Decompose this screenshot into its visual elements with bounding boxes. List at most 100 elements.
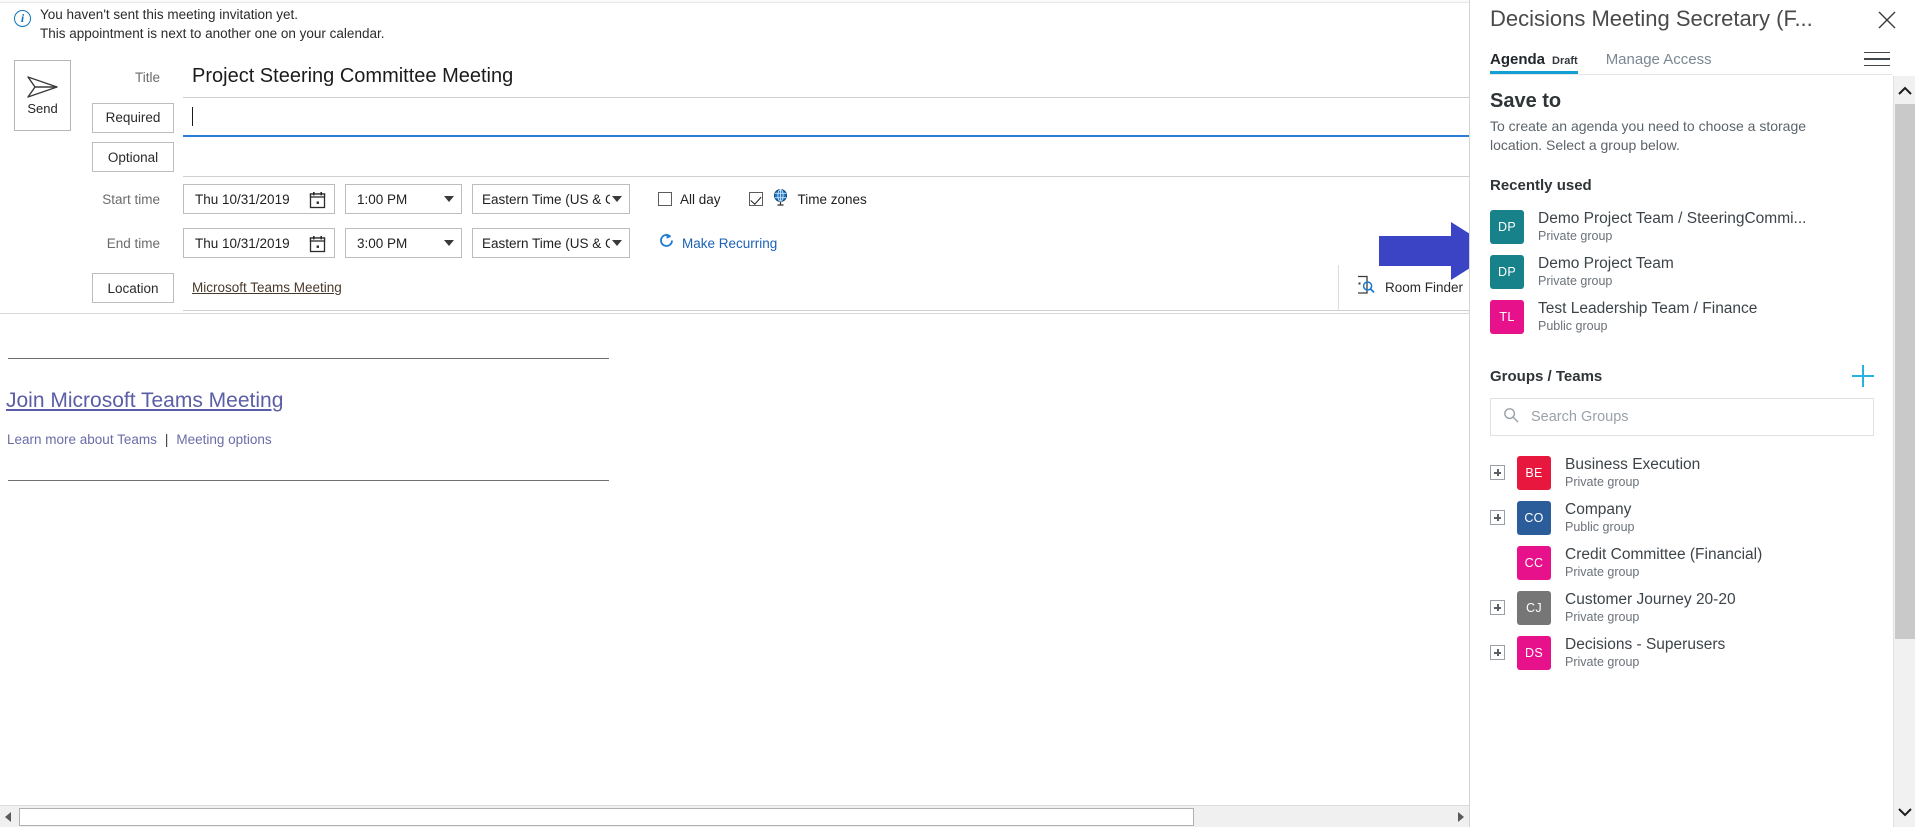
- group-type: Private group: [1565, 609, 1736, 625]
- optional-input[interactable]: [183, 137, 1469, 177]
- plus-icon[interactable]: [1852, 365, 1874, 387]
- group-name: Test Leadership Team / Finance: [1538, 300, 1757, 317]
- group-name: Business Execution: [1565, 456, 1700, 473]
- end-timezone-select[interactable]: Eastern Time (US & Car: [472, 228, 630, 258]
- start-time-value: 1:00 PM: [357, 192, 407, 207]
- group-type: Public group: [1565, 519, 1635, 535]
- horizontal-scroll-track[interactable]: [16, 807, 1453, 827]
- optional-button[interactable]: Optional: [92, 142, 174, 172]
- time-zones-checkbox-box[interactable]: [749, 192, 763, 206]
- avatar: DP: [1490, 255, 1524, 289]
- optional-row: Optional: [88, 137, 1469, 177]
- chevron-down-icon[interactable]: [444, 185, 454, 213]
- location-button[interactable]: Location: [92, 273, 174, 303]
- save-to-heading: Save to: [1490, 90, 1874, 113]
- start-timezone-select[interactable]: Eastern Time (US & Car: [472, 184, 630, 214]
- group-type: Public group: [1538, 318, 1757, 334]
- required-row: Required: [88, 98, 1469, 137]
- required-button[interactable]: Required: [92, 103, 174, 133]
- pane-vertical-scrollbar[interactable]: [1893, 76, 1915, 827]
- start-time-input[interactable]: 1:00 PM: [345, 184, 462, 214]
- pane-content: Save to To create an agenda you need to …: [1470, 76, 1894, 827]
- time-zones-toggle[interactable]: Time zones: [749, 188, 867, 211]
- calendar-icon[interactable]: [309, 191, 326, 214]
- tabs-underline: [1490, 74, 1892, 75]
- room-finder-button[interactable]: Room Finder: [1338, 265, 1463, 311]
- pane-scroll-thumb[interactable]: [1895, 104, 1915, 639]
- info-banner-line-1: You haven't sent this meeting invitation…: [40, 6, 384, 25]
- location-input[interactable]: Microsoft Teams Meeting Room Find: [183, 265, 1469, 311]
- info-banner-line-2: This appointment is next to another one …: [40, 25, 384, 44]
- tab-manage-access-label: Manage Access: [1606, 51, 1712, 68]
- end-time-input[interactable]: 3:00 PM: [345, 228, 462, 258]
- search-groups-box[interactable]: [1490, 398, 1874, 436]
- scroll-down-arrow-icon[interactable]: [1894, 801, 1915, 823]
- expand-icon[interactable]: [1490, 510, 1505, 525]
- list-item[interactable]: DP Demo Project Team Private group: [1490, 249, 1874, 294]
- group-type: Private group: [1538, 273, 1674, 289]
- time-zones-label: Time zones: [798, 192, 867, 207]
- calendar-icon[interactable]: [309, 235, 326, 258]
- tab-agenda[interactable]: Agenda Draft: [1490, 51, 1578, 74]
- room-finder-label: Room Finder: [1385, 280, 1463, 295]
- body-bottom-rule: [8, 480, 609, 481]
- chevron-down-icon[interactable]: [444, 229, 454, 257]
- avatar: TL: [1490, 300, 1524, 334]
- start-timezone-value: Eastern Time (US & Car: [482, 192, 610, 207]
- recently-used-list: DP Demo Project Team / SteeringCommi... …: [1490, 204, 1874, 339]
- close-icon[interactable]: [1873, 6, 1901, 34]
- end-date-input[interactable]: Thu 10/31/2019: [183, 228, 335, 258]
- expand-icon[interactable]: [1490, 600, 1505, 615]
- expand-icon[interactable]: [1490, 645, 1505, 660]
- end-timezone-value: Eastern Time (US & Car: [482, 236, 610, 251]
- horizontal-scrollbar[interactable]: [0, 805, 1469, 827]
- title-input[interactable]: Project Steering Committee Meeting: [183, 56, 1469, 98]
- avatar: CJ: [1517, 591, 1551, 625]
- location-value[interactable]: Microsoft Teams Meeting: [192, 280, 342, 295]
- room-finder-icon: [1355, 275, 1376, 300]
- list-item[interactable]: DP Demo Project Team / SteeringCommi... …: [1490, 204, 1874, 249]
- hamburger-menu-icon[interactable]: [1864, 49, 1890, 69]
- group-name: Decisions - Superusers: [1565, 636, 1725, 653]
- horizontal-scroll-thumb[interactable]: [19, 808, 1194, 826]
- chevron-down-icon[interactable]: [612, 185, 622, 213]
- end-time-row: End time Thu 10/31/2019: [88, 221, 1469, 265]
- start-time-label: Start time: [88, 192, 174, 207]
- meeting-body[interactable]: Join Microsoft Teams Meeting Learn more …: [0, 314, 1469, 782]
- scroll-left-arrow-icon[interactable]: [0, 807, 16, 827]
- search-input[interactable]: [1529, 408, 1873, 426]
- list-item[interactable]: TL Test Leadership Team / Finance Public…: [1490, 294, 1874, 339]
- learn-more-about-teams-link[interactable]: Learn more about Teams: [7, 432, 157, 447]
- info-icon: i: [14, 10, 31, 27]
- avatar: DS: [1517, 636, 1551, 670]
- pane-tabs: Agenda Draft Manage Access: [1490, 45, 1900, 74]
- recently-used-heading: Recently used: [1490, 177, 1874, 194]
- chevron-down-icon[interactable]: [612, 229, 622, 257]
- all-day-checkbox[interactable]: All day: [658, 192, 721, 207]
- make-recurring-button[interactable]: Make Recurring: [658, 232, 777, 254]
- send-button[interactable]: Send: [14, 60, 71, 131]
- start-date-input[interactable]: Thu 10/31/2019: [183, 184, 335, 214]
- group-name: Demo Project Team: [1538, 255, 1674, 272]
- start-date-value: Thu 10/31/2019: [195, 192, 290, 207]
- avatar: CO: [1517, 501, 1551, 535]
- teams-sub-links: Learn more about Teams | Meeting options: [7, 432, 272, 447]
- meeting-options-link[interactable]: Meeting options: [176, 432, 271, 447]
- required-input[interactable]: [183, 98, 1469, 137]
- info-banner: i You haven't sent this meeting invitati…: [0, 6, 1469, 52]
- tab-manage-access[interactable]: Manage Access: [1606, 51, 1712, 74]
- all-day-checkbox-box[interactable]: [658, 192, 672, 206]
- scroll-up-arrow-icon[interactable]: [1894, 80, 1915, 102]
- list-item[interactable]: BE Business Execution Private group: [1490, 450, 1874, 495]
- end-time-value: 3:00 PM: [357, 236, 407, 251]
- list-item[interactable]: CJ Customer Journey 20-20 Private group: [1490, 585, 1874, 630]
- expand-icon[interactable]: [1490, 465, 1505, 480]
- list-item[interactable]: DS Decisions - Superusers Private group: [1490, 630, 1874, 675]
- scroll-right-arrow-icon[interactable]: [1453, 807, 1469, 827]
- list-item[interactable]: CO Company Public group: [1490, 495, 1874, 540]
- avatar: DP: [1490, 210, 1524, 244]
- list-item[interactable]: CC Credit Committee (Financial) Private …: [1490, 540, 1874, 585]
- save-to-description: To create an agenda you need to choose a…: [1490, 117, 1850, 155]
- join-teams-meeting-link[interactable]: Join Microsoft Teams Meeting: [6, 389, 283, 413]
- group-type: Private group: [1565, 654, 1725, 670]
